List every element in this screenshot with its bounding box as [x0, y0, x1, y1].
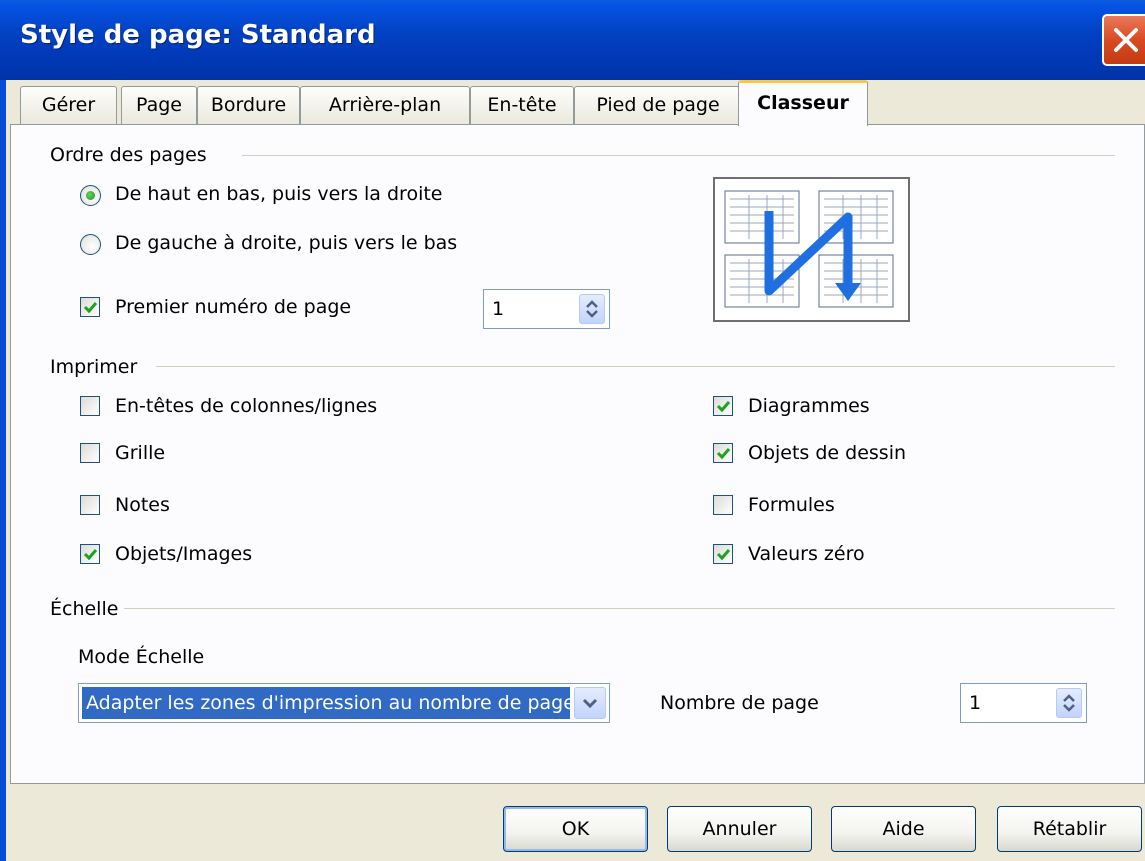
- checkmark-icon: [716, 549, 731, 561]
- objects-images-checkbox[interactable]: [80, 544, 100, 564]
- first-page-number-value: 1: [492, 298, 505, 320]
- cancel-button[interactable]: Annuler: [667, 806, 812, 852]
- page-order-heading: Ordre des pages: [50, 144, 207, 166]
- formulas-checkbox[interactable]: [713, 495, 733, 515]
- scale-mode-label: Mode Échelle: [78, 646, 205, 668]
- window-title: Style de page: Standard: [20, 20, 376, 50]
- page-order-preview: [713, 177, 910, 322]
- spin-arrows[interactable]: [1056, 688, 1082, 718]
- grid-label[interactable]: Grille: [115, 442, 165, 464]
- tab-pied-de-page[interactable]: Pied de page: [574, 86, 742, 124]
- scale-mode-value: Adapter les zones d'impression au nombre…: [82, 687, 570, 719]
- radio-left-right[interactable]: [80, 234, 101, 255]
- scale-separator: [124, 608, 1115, 609]
- page-order-separator: [242, 155, 1115, 156]
- checkmark-icon: [716, 448, 731, 460]
- close-icon: [1114, 28, 1138, 52]
- title-bar: Style de page: Standard: [0, 0, 1145, 80]
- checkmark-icon: [83, 302, 98, 314]
- checkmark-icon: [83, 549, 98, 561]
- formulas-label[interactable]: Formules: [748, 494, 835, 516]
- close-button[interactable]: [1102, 14, 1145, 66]
- checkmark-icon: [716, 401, 731, 413]
- tab-en-tete[interactable]: En-tête: [470, 86, 574, 124]
- page-order-diagram-icon: [724, 190, 894, 308]
- radio-top-down-label[interactable]: De haut en bas, puis vers la droite: [115, 183, 443, 205]
- first-page-number-checkbox[interactable]: [80, 297, 100, 317]
- ok-button[interactable]: OK: [503, 806, 648, 852]
- page-count-value: 1: [969, 692, 982, 714]
- spin-updown-icon: [1063, 694, 1075, 712]
- help-button[interactable]: Aide: [831, 806, 976, 852]
- chevron-down-icon: [582, 698, 598, 709]
- radio-selected-dot: [86, 191, 95, 200]
- zero-values-checkbox[interactable]: [713, 544, 733, 564]
- tab-classeur[interactable]: Classeur: [738, 80, 868, 126]
- dropdown-button[interactable]: [574, 687, 606, 719]
- headers-checkbox[interactable]: [80, 396, 100, 416]
- spin-arrows[interactable]: [579, 294, 605, 324]
- page-count-label: Nombre de page: [660, 692, 819, 714]
- print-heading: Imprimer: [50, 356, 138, 378]
- scale-heading: Échelle: [50, 598, 119, 620]
- grid-checkbox[interactable]: [80, 443, 100, 463]
- objects-images-label[interactable]: Objets/Images: [115, 543, 252, 565]
- charts-checkbox[interactable]: [713, 396, 733, 416]
- page-count-spinner[interactable]: 1: [960, 683, 1087, 723]
- radio-top-down[interactable]: [80, 185, 101, 206]
- radio-left-right-label[interactable]: De gauche à droite, puis vers le bas: [115, 232, 457, 254]
- spin-updown-icon: [586, 300, 598, 318]
- tab-gerer[interactable]: Gérer: [20, 86, 117, 124]
- drawing-objects-checkbox[interactable]: [713, 443, 733, 463]
- charts-label[interactable]: Diagrammes: [748, 395, 870, 417]
- drawing-objects-label[interactable]: Objets de dessin: [748, 442, 906, 464]
- first-page-number-spinner[interactable]: 1: [483, 289, 610, 329]
- tab-page[interactable]: Page: [121, 86, 197, 124]
- tab-arriere-plan[interactable]: Arrière-plan: [300, 86, 470, 124]
- headers-label[interactable]: En-têtes de colonnes/lignes: [115, 395, 377, 417]
- notes-checkbox[interactable]: [80, 495, 100, 515]
- tab-bordure[interactable]: Bordure: [197, 86, 300, 124]
- scale-mode-select[interactable]: Adapter les zones d'impression au nombre…: [78, 683, 610, 723]
- window-frame: [0, 80, 6, 861]
- print-separator: [156, 366, 1115, 367]
- reset-button[interactable]: Rétablir: [997, 806, 1142, 852]
- notes-label[interactable]: Notes: [115, 494, 170, 516]
- zero-values-label[interactable]: Valeurs zéro: [748, 543, 865, 565]
- first-page-number-label[interactable]: Premier numéro de page: [115, 296, 351, 318]
